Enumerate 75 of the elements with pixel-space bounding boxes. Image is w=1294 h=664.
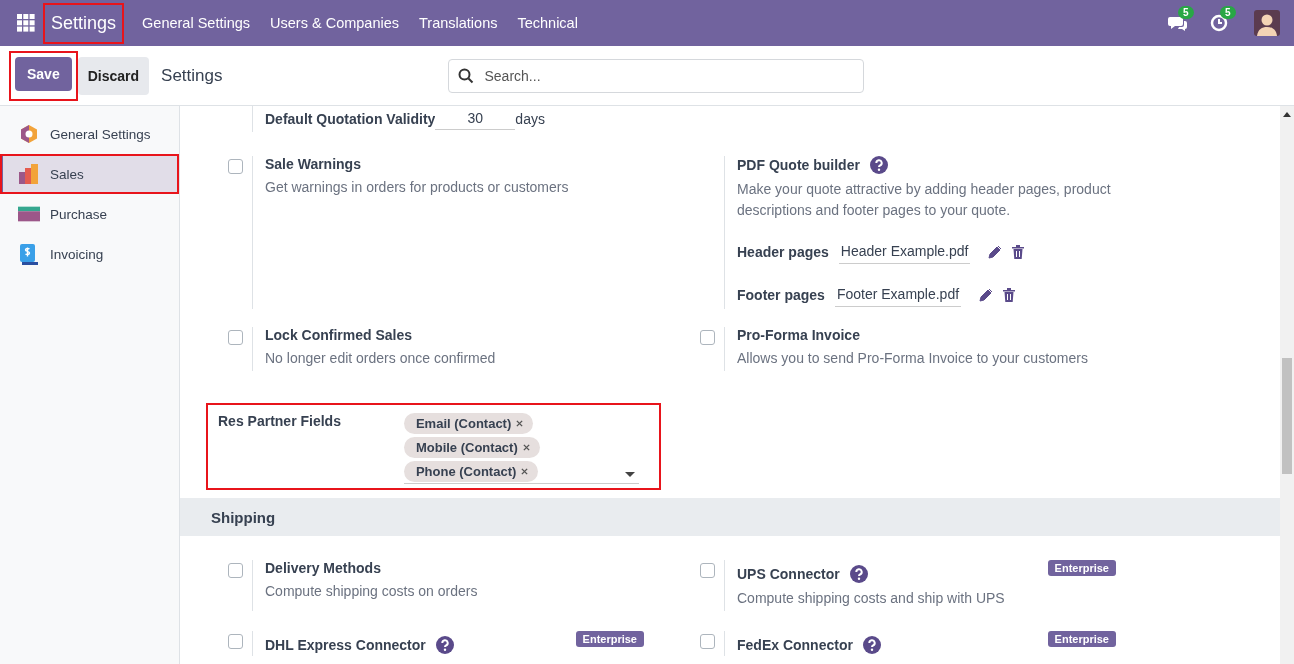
tags-field[interactable]: Email (Contact) Mobile (Contact) Phone (Contact): [403, 413, 639, 484]
file-field[interactable]: Footer Example.pdf: [834, 282, 962, 307]
setting-description: No longer edit orders once confirmed: [265, 349, 497, 368]
message-count: 5: [1178, 6, 1194, 19]
setting-title: FedEx Connector: [737, 637, 853, 653]
menu-item[interactable]: Users & Companies: [260, 15, 409, 31]
clock-icon[interactable]: [1210, 14, 1228, 32]
setting-title: Default Quotation Validity: [265, 110, 436, 127]
close-icon[interactable]: [516, 420, 524, 427]
setting-description: Make your quote attractive by adding header pages, product descriptions and footer pages to your quote.: [737, 180, 1112, 220]
invoice-icon: [18, 243, 40, 265]
setting-title: DHL Express Connector: [265, 637, 426, 653]
help-icon[interactable]: [849, 565, 868, 583]
setting-title: Pro-Forma Invoice: [737, 327, 860, 343]
trash-icon[interactable]: [1012, 244, 1025, 259]
setting-title: UPS Connector: [737, 566, 840, 582]
section-title: Shipping: [211, 508, 276, 526]
scroll-thumb[interactable]: [1282, 358, 1292, 474]
scrollbar[interactable]: [1280, 106, 1294, 664]
save-button[interactable]: Save: [15, 56, 72, 91]
chat-icon[interactable]: [1168, 14, 1188, 32]
bar-chart-icon: [18, 164, 40, 184]
activity-count: 5: [1220, 6, 1236, 19]
setting-description: Get warnings in orders for products or customers: [265, 178, 570, 197]
enterprise-badge: Enterprise: [575, 631, 644, 647]
apps-menu-icon[interactable]: [17, 14, 35, 32]
hexagon-icon: [18, 124, 40, 144]
file-field[interactable]: Header Example.pdf: [838, 239, 971, 264]
menu-item[interactable]: Translations: [409, 15, 508, 31]
checkbox[interactable]: [228, 634, 243, 649]
avatar[interactable]: [1254, 10, 1280, 36]
setting-title: PDF Quote builder: [737, 157, 860, 173]
caret-icon[interactable]: [625, 472, 635, 477]
sidebar-item[interactable]: Invoicing: [0, 234, 179, 274]
checkbox[interactable]: [700, 330, 715, 345]
sidebar-item[interactable]: Purchase: [0, 194, 179, 234]
field-label: Footer pages: [737, 286, 825, 303]
setting-description: Compute shipping costs and ship with UPS: [737, 589, 1006, 608]
search-icon: [457, 67, 474, 84]
app-name[interactable]: Settings: [43, 2, 125, 44]
sidebar-item[interactable]: General Settings: [0, 114, 179, 154]
close-icon[interactable]: [522, 444, 530, 451]
card-icon: [18, 206, 40, 222]
scroll-up-icon[interactable]: [1283, 112, 1291, 117]
menu-item[interactable]: Technical: [507, 15, 588, 31]
menu-item[interactable]: General Settings: [132, 15, 261, 31]
setting-title: Lock Confirmed Sales: [265, 327, 413, 343]
enterprise-badge: Enterprise: [1047, 560, 1116, 576]
setting-title: Delivery Methods: [265, 560, 381, 576]
setting-description: Allows you to send Pro-Forma Invoice to your customers: [737, 349, 1089, 368]
setting-description: Compute shipping costs on orders: [265, 582, 479, 601]
pencil-icon[interactable]: [988, 244, 1003, 259]
checkbox[interactable]: [700, 563, 715, 578]
setting-title: Sale Warnings: [265, 156, 361, 172]
search-field[interactable]: Search...: [447, 58, 864, 93]
unit-label: days: [515, 110, 545, 127]
pencil-icon[interactable]: [979, 287, 994, 302]
breadcrumb: Settings: [161, 65, 223, 86]
enterprise-badge: Enterprise: [1047, 631, 1116, 647]
tag: Mobile (Contact): [403, 437, 540, 458]
checkbox[interactable]: [228, 330, 243, 345]
help-icon[interactable]: [435, 636, 454, 654]
checkbox[interactable]: [228, 159, 243, 174]
sidebar-item[interactable]: Sales: [0, 154, 179, 194]
field-label: Res Partner Fields: [218, 413, 341, 431]
field-label: Header pages: [737, 243, 829, 260]
discard-button[interactable]: Discard: [77, 56, 150, 95]
help-icon[interactable]: [869, 156, 888, 174]
tag: Phone (Contact): [403, 461, 539, 482]
checkbox[interactable]: [228, 563, 243, 578]
checkbox[interactable]: [700, 634, 715, 649]
close-icon[interactable]: [521, 468, 529, 475]
tag: Email (Contact): [403, 413, 534, 434]
trash-icon[interactable]: [1003, 287, 1016, 302]
help-icon[interactable]: [862, 636, 881, 654]
